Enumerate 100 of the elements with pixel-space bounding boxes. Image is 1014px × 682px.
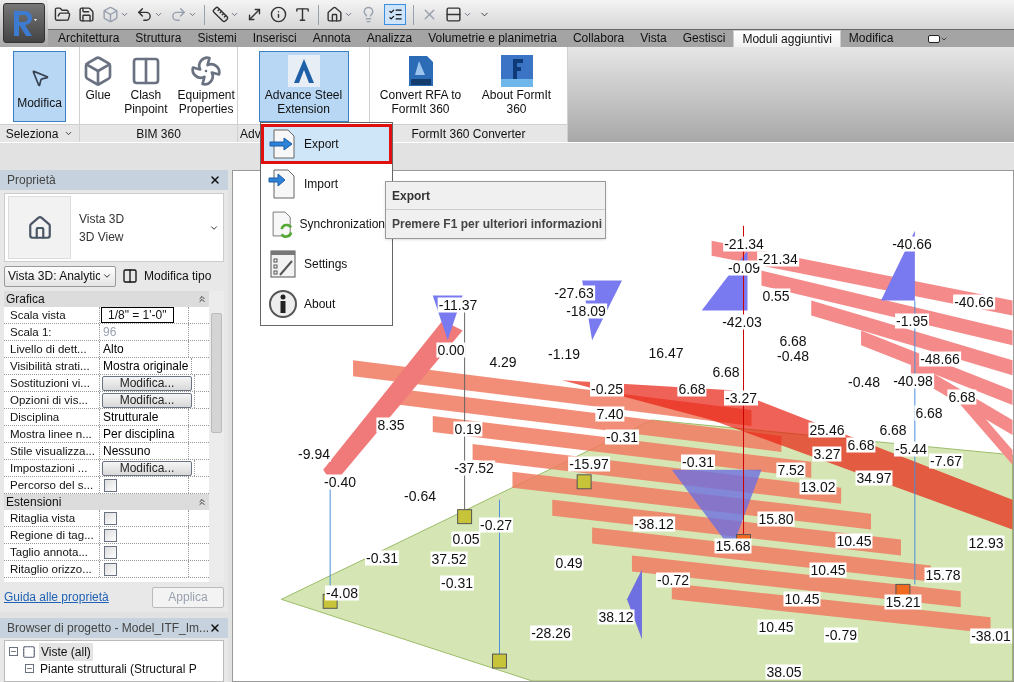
ribbon-button[interactable]: Equipment Properties <box>174 51 238 122</box>
caret-icon[interactable] <box>230 10 239 19</box>
collapse-toggle-icon[interactable] <box>25 664 34 673</box>
ribbon-tab[interactable]: Modifica <box>840 30 902 47</box>
close-icon[interactable] <box>209 622 221 634</box>
property-checkbox[interactable] <box>104 512 117 525</box>
caret-icon[interactable] <box>154 10 163 19</box>
list-icon <box>387 7 403 22</box>
dimension-icon[interactable] <box>246 6 263 23</box>
tree-item[interactable]: Viste (all) <box>39 642 93 661</box>
undo-icon[interactable] <box>136 6 153 23</box>
type-subname: 3D View <box>79 228 125 246</box>
property-label: Disciplina <box>4 409 100 425</box>
edit-button[interactable]: Modifica... <box>102 460 192 476</box>
application-menu-button[interactable] <box>3 3 45 43</box>
caret-icon[interactable] <box>188 10 197 19</box>
info-icon <box>268 289 298 319</box>
ribbon-tab[interactable]: Struttura <box>127 30 190 47</box>
property-label: Scala vista <box>4 307 100 323</box>
property-label: Regione di tag... <box>4 527 100 543</box>
force-value-label: 6.68 <box>711 364 741 380</box>
force-value-label: 10.45 <box>757 619 795 635</box>
property-checkbox[interactable] <box>104 546 117 559</box>
switch-windows-icon[interactable] <box>445 6 462 23</box>
ribbon-tab[interactable]: Analizza <box>358 30 421 47</box>
ribbon-button[interactable]: Clash Pinpoint <box>121 51 171 122</box>
force-value-label: 6.68 <box>914 405 944 421</box>
force-value-label: -3.27 <box>724 390 758 406</box>
panel-title: Browser di progetto - Model_ITF_Im... <box>7 620 210 637</box>
property-checkbox[interactable] <box>104 563 117 576</box>
edit-button[interactable]: Modifica... <box>102 375 192 391</box>
force-value-label: 10.45 <box>809 562 847 578</box>
ribbon-button[interactable]: Glue <box>79 51 118 122</box>
panel-title[interactable]: Seleziona <box>0 124 79 142</box>
property-checkbox[interactable] <box>104 529 117 542</box>
collapse-icon[interactable] <box>197 497 207 507</box>
force-value-label: -28.26 <box>530 625 572 641</box>
settings-icon <box>268 248 298 280</box>
caret-icon[interactable] <box>344 10 353 19</box>
ribbon-button[interactable]: Convert RFA to FormIt 360 <box>374 51 467 122</box>
force-value-label: 38.05 <box>765 664 803 680</box>
force-value-label: -0.64 <box>403 488 437 504</box>
text-icon[interactable] <box>294 6 311 23</box>
ribbon-tab[interactable]: Inserisci <box>244 30 305 47</box>
close-icon[interactable] <box>209 174 221 186</box>
force-value-label: 12.93 <box>967 535 1005 551</box>
ribbon-tab[interactable]: Architettura <box>50 30 128 47</box>
force-value-label: -0.79 <box>824 627 858 643</box>
ribbon-tab[interactable]: Sistemi <box>189 30 245 47</box>
edit-type-icon[interactable] <box>122 268 138 284</box>
view-icon <box>22 644 36 659</box>
property-value: Strutturale <box>102 409 160 426</box>
scrollbar[interactable] <box>209 291 224 582</box>
column-support <box>576 474 592 490</box>
property-value: Mostra originale <box>102 358 190 375</box>
property-checkbox[interactable] <box>104 479 117 492</box>
force-value-label: -0.48 <box>776 348 810 364</box>
force-value-label: -1.19 <box>547 346 581 362</box>
collapse-toggle-icon[interactable] <box>9 647 18 656</box>
ribbon-tab[interactable]: Moduli aggiuntivi <box>733 30 841 47</box>
caret-icon[interactable] <box>463 10 472 19</box>
ribbon-tab[interactable]: Vista <box>632 30 675 47</box>
view-selector[interactable]: Vista 3D: Analytic <box>4 265 116 287</box>
steel-logo-icon <box>287 55 320 87</box>
ribbon-button[interactable]: About FormIt 360 <box>470 51 563 122</box>
property-label: Percorso del s... <box>4 477 100 493</box>
property-value-field[interactable]: 1/8" = 1'-0" <box>101 307 174 323</box>
ribbon-tab[interactable]: Gestisci <box>674 30 734 47</box>
ruler-icon[interactable] <box>212 6 229 23</box>
house-icon[interactable] <box>326 6 343 23</box>
type-name: Vista 3D <box>79 210 126 228</box>
caret-icon[interactable] <box>120 10 129 19</box>
save-icon[interactable] <box>78 6 95 23</box>
force-value-label: 6.68 <box>947 389 977 405</box>
force-value-label: -0.72 <box>656 572 690 588</box>
ribbon-button[interactable]: Advance Steel Extension <box>258 51 349 122</box>
viewport[interactable] <box>232 170 1014 682</box>
menu-item[interactable]: Settings <box>261 244 392 284</box>
collapse-icon[interactable] <box>197 294 207 304</box>
ribbon-tab[interactable]: Volumetrie e planimetria <box>420 30 565 47</box>
ribbon-tab[interactable]: Annota <box>304 30 359 47</box>
thin-lines-toggle[interactable] <box>384 4 406 25</box>
force-value-label: -0.31 <box>440 575 474 591</box>
tree-item[interactable]: Piante strutturali (Structural P <box>38 659 199 678</box>
ribbon-button[interactable]: Modifica <box>13 51 66 122</box>
edit-button[interactable]: Modifica... <box>102 392 192 408</box>
force-value-label: 3.27 <box>812 446 842 462</box>
force-value-label: -11.37 <box>437 297 479 313</box>
force-value-label: 15.68 <box>714 538 752 554</box>
menu-item[interactable]: About <box>261 284 392 324</box>
menu-item[interactable]: Export <box>261 124 392 164</box>
force-value-label: -0.48 <box>847 374 881 390</box>
folder-icon[interactable] <box>54 6 71 23</box>
caret-icon[interactable] <box>64 129 74 138</box>
force-value-label: 6.68 <box>677 381 707 397</box>
force-value-label: 16.47 <box>647 345 685 361</box>
ribbon-tab[interactable]: Collabora <box>564 30 633 47</box>
force-value-label: -0.27 <box>479 517 513 533</box>
edit-type-link[interactable]: Modifica tipo <box>144 267 212 285</box>
help-link[interactable]: Guida alle proprietà <box>4 588 109 606</box>
